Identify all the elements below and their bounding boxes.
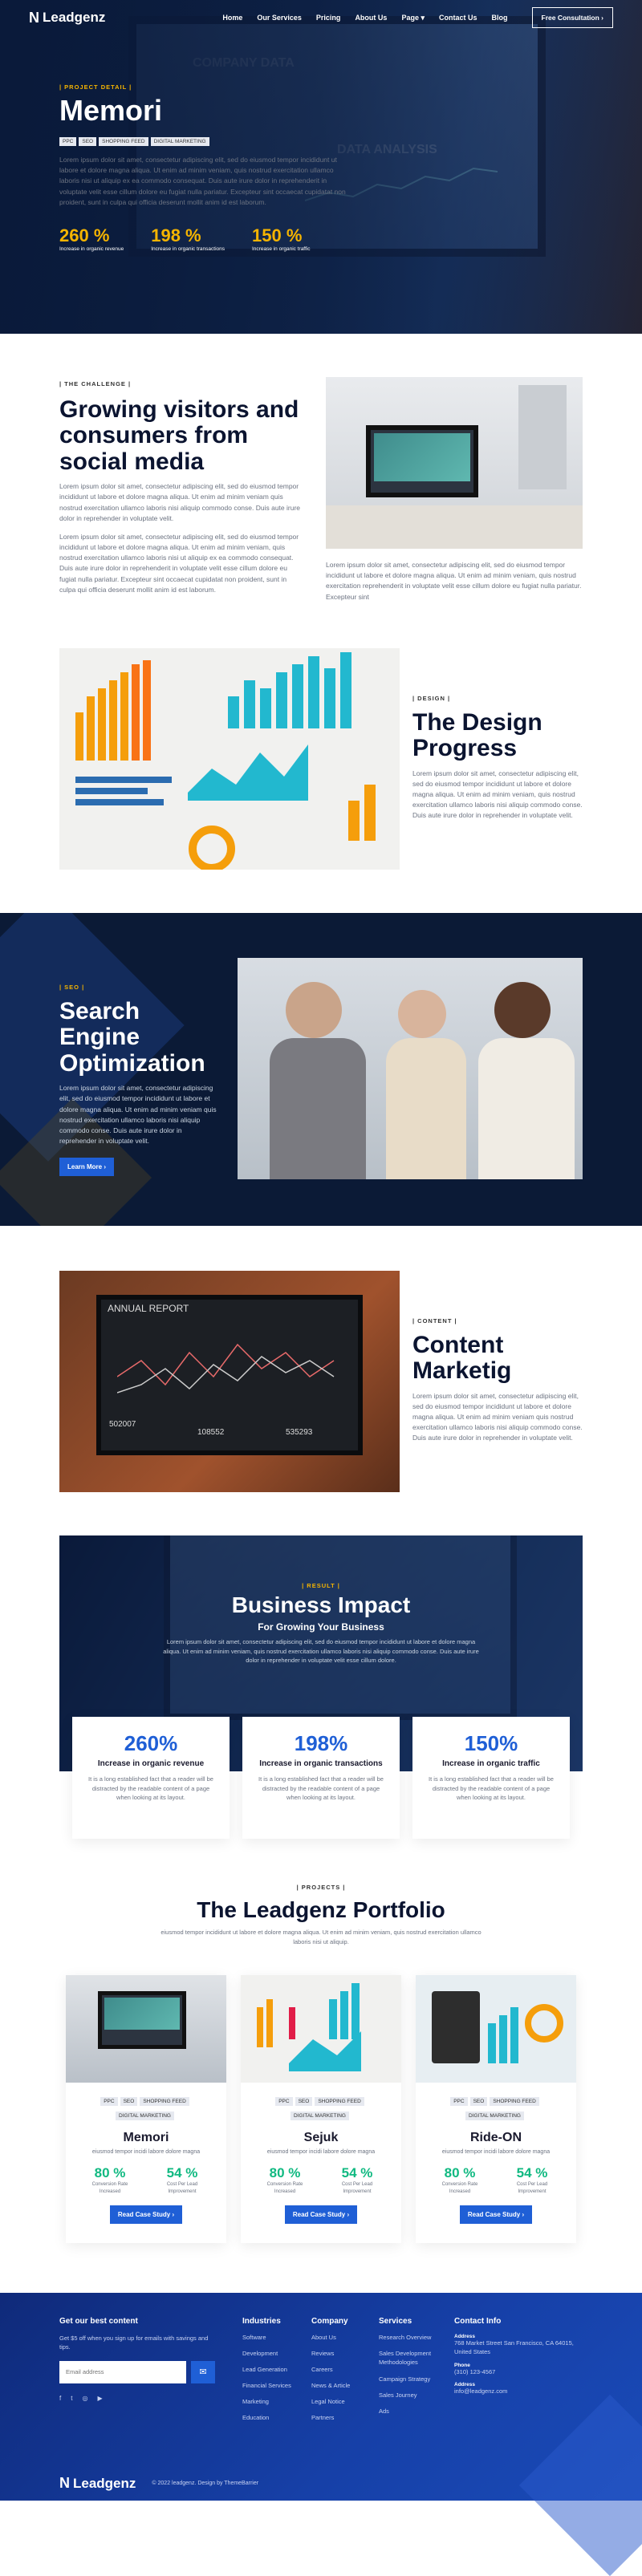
logo-n-icon: N [29, 9, 39, 26]
read-case-study-button[interactable]: Read Case Study › [109, 2205, 183, 2225]
challenge-title: Growing visitors and consumers from soci… [59, 396, 299, 475]
annual-report-image: ANNUAL REPORT 502007 108552 535293 [59, 1271, 400, 1492]
project-image [66, 1975, 226, 2083]
nav-about[interactable]: About Us [355, 14, 387, 22]
impact-card: 198% Increase in organic transactions It… [242, 1717, 400, 1839]
chevron-right-icon: › [172, 2211, 175, 2219]
nav-services[interactable]: Our Services [257, 14, 302, 22]
chevron-right-icon: › [601, 14, 603, 22]
free-consultation-button[interactable]: Free Consultation › [531, 7, 613, 28]
chevron-right-icon: › [347, 2211, 350, 2219]
learn-more-button[interactable]: Learn More › [59, 1158, 115, 1177]
twitter-icon[interactable]: t [71, 2395, 72, 2402]
hero-chips: PPC SEO SHOPPING FEED DIGITAL MARKETING [59, 132, 348, 147]
team-meeting-image [238, 958, 583, 1179]
chip: DIGITAL MARKETING [150, 137, 209, 146]
project-card: PPC SEO SHOPPING FEEDDIGITAL MARKETING Mem… [66, 1975, 226, 2243]
portfolio-header: | PROJECTS | The Leadgenz Portfolio eius… [160, 1884, 482, 1945]
logo-n-icon: N [59, 2475, 70, 2491]
nav-page[interactable]: Page ▾ [401, 14, 425, 22]
portfolio-title: The Leadgenz Portfolio [197, 1897, 445, 1922]
read-case-study-button[interactable]: Read Case Study › [284, 2205, 358, 2225]
page-title: Memori [59, 94, 163, 127]
youtube-icon[interactable]: ▶ [97, 2395, 102, 2402]
nav-contact[interactable]: Contact Us [439, 14, 477, 22]
brand-logo[interactable]: N Leadgenz [29, 10, 105, 26]
footer-company: Company About Us Reviews Careers News & Art… [311, 2317, 351, 2421]
top-navigation: N Leadgenz Home Our Services Pricing Abou… [0, 0, 642, 35]
nav-home[interactable]: Home [222, 14, 242, 22]
hero-stat: 150 % Increase in organic traffic [252, 225, 311, 252]
content-title: Content Marketig [412, 1332, 512, 1385]
instagram-icon[interactable]: ◎ [82, 2395, 87, 2402]
project-card: PPC SEO SHOPPING FEEDDIGITAL MARKETING Rid… [416, 1975, 576, 2243]
chevron-down-icon: ▾ [421, 13, 425, 22]
hero-text: Lorem ipsum dolor sit amet, consectetur … [59, 156, 346, 206]
footer-logo[interactable]: N Leadgenz [59, 2475, 136, 2492]
content-section: | CONTENT | Content Marketig Lorem ipsum… [412, 1317, 583, 1442]
copyright: © 2022 leadgenz. Design by ThemeBarrier [152, 2481, 259, 2486]
footer: Get our best content Get $5 off when you… [0, 2293, 642, 2576]
impact-card: 260% Increase in organic revenue It is a… [72, 1717, 230, 1839]
impact-title: Business Impact [231, 1592, 411, 1617]
office-monitor-image [326, 377, 583, 549]
chip: SEO [79, 137, 97, 146]
envelope-icon: ✉ [199, 2367, 207, 2377]
chevron-right-icon: › [104, 1163, 107, 1171]
read-case-study-button[interactable]: Read Case Study › [459, 2205, 533, 2225]
challenge-section: | THE CHALLENGE | Growing visitors and c… [59, 380, 301, 594]
chip: SHOPPING FEED [99, 137, 148, 146]
email-input[interactable] [59, 2360, 186, 2383]
design-section: | DESIGN | The Design Progress Lorem ips… [412, 695, 583, 820]
footer-contact: Contact Info Address 768 Market Street S… [454, 2317, 574, 2395]
design-charts-image [59, 648, 400, 870]
nav-blog[interactable]: Blog [492, 14, 508, 22]
nav-pricing[interactable]: Pricing [316, 14, 341, 22]
impact-card: 150% Increase in organic traffic It is a… [412, 1717, 570, 1839]
footer-services: Services Research Overview Sales Developm… [379, 2317, 432, 2415]
chevron-right-icon: › [522, 2211, 525, 2219]
hero-content: | PROJECT DETAIL | Memori PPC SEO SHOPPING… [59, 83, 348, 252]
hero-stat: 260 % Increase in organic revenue [59, 225, 124, 252]
project-image [241, 1975, 401, 2083]
hero-tag: | PROJECT DETAIL | [59, 83, 132, 91]
project-image [416, 1975, 576, 2083]
facebook-icon[interactable]: f [59, 2395, 61, 2402]
hero-stat: 198 % Increase in organic transactions [151, 225, 225, 252]
footer-industries: Industries Software Development Lead Gener… [242, 2317, 291, 2421]
chip: PPC [59, 137, 77, 146]
seo-title: Search Engine Optimization [59, 998, 205, 1077]
design-title: The Design Progress [412, 709, 542, 762]
project-card: PPC SEO SHOPPING FEEDDIGITAL MARKETING Sej… [241, 1975, 401, 2243]
submit-email-button[interactable]: ✉ [191, 2360, 215, 2383]
